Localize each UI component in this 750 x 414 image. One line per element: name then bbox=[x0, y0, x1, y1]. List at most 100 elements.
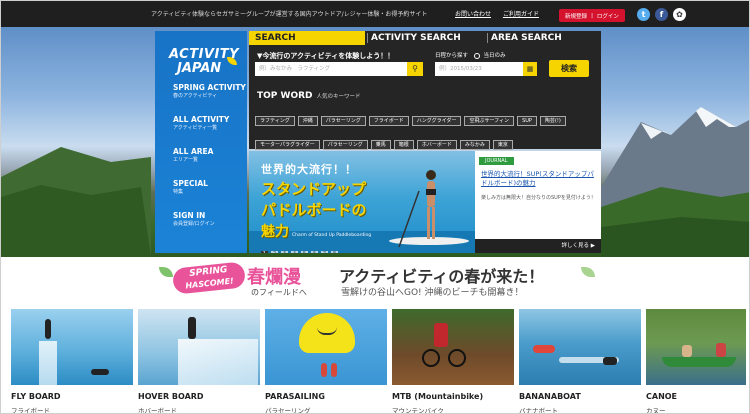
today-only-checkbox[interactable] bbox=[473, 52, 480, 59]
mountainbiker-figure bbox=[434, 323, 448, 347]
keyword-chip[interactable]: 乗馬 bbox=[370, 140, 391, 150]
keyword-chip[interactable]: みなかみ bbox=[459, 140, 490, 150]
keyword-chip[interactable]: 空飛ぶサーフィン bbox=[464, 116, 515, 126]
twitter-icon[interactable]: t bbox=[637, 8, 650, 21]
banner-line-1: 世界的大流行！！ bbox=[261, 163, 357, 176]
contact-link[interactable]: お問い合わせ bbox=[455, 11, 491, 18]
search-button[interactable]: 検索 bbox=[549, 60, 589, 77]
activity-name-en: HOVER BOARD bbox=[138, 392, 204, 401]
account-pill: 新規登録 | ログイン bbox=[559, 9, 625, 22]
pill-divider: | bbox=[591, 12, 593, 19]
campaign-field-text: のフィールドへ bbox=[251, 288, 307, 297]
activity-name-en: PARASAILING bbox=[265, 392, 325, 401]
carousel-dot[interactable]: 4 bbox=[291, 251, 298, 253]
canoeist-figure bbox=[682, 345, 692, 357]
activity-name-ja: パラセーリング bbox=[265, 407, 311, 414]
keyword-chip[interactable]: SUP bbox=[517, 116, 537, 126]
search-prompt: ▼今流行のアクティビティを体験しよう！！ bbox=[257, 52, 395, 60]
carousel-dot[interactable]: 8 bbox=[331, 251, 338, 253]
water-spray bbox=[39, 341, 57, 385]
journal-badge: JOURNAL bbox=[479, 157, 514, 165]
facebook-icon[interactable]: f bbox=[655, 8, 668, 21]
page: アクティビティ体験ならセガサミーグループが運営する国内アウトドア/レジャー体験・… bbox=[0, 0, 750, 414]
keyword-chip[interactable]: 陶芸(!) bbox=[539, 116, 566, 126]
jetski-figure bbox=[91, 369, 109, 375]
mtb-photo bbox=[392, 309, 514, 385]
journal-card: JOURNAL 世界的大流行！SUP(スタンドアップパドルボード)の魅力 楽しみ… bbox=[475, 151, 601, 253]
keyword-chip[interactable]: 東京 bbox=[492, 140, 513, 150]
keyword-input[interactable]: 例）みなかみ ラフティング bbox=[255, 62, 415, 76]
carousel-dots: 12345678 bbox=[261, 240, 341, 253]
calendar-icon[interactable]: ▦ bbox=[523, 62, 537, 76]
nav-label: SPECIAL bbox=[173, 179, 208, 188]
search-icon[interactable]: ⚲ bbox=[407, 62, 423, 76]
banner-line-4-text: 魅力 bbox=[261, 224, 289, 240]
keyword-chips: ラフティング 沖縄 パラセーリング フライボード ハンググライダー 空飛ぶサーフィン SUP… bbox=[255, 107, 595, 155]
nav-sub: 春のアクティビティ bbox=[173, 93, 218, 99]
carousel-dot[interactable]: 1 bbox=[261, 251, 268, 253]
campaign-headline: アクティビティの春が来た！ bbox=[339, 267, 545, 286]
keyword-chip[interactable]: パラセーリング bbox=[320, 116, 366, 126]
search-tabs: SEARCH ACTIVITY SEARCH AREA SEARCH bbox=[249, 31, 601, 45]
tab-area-search[interactable]: AREA SEARCH bbox=[485, 31, 601, 45]
banner-line-3: パドルボードの bbox=[261, 201, 367, 219]
nav-item-sign-in[interactable]: SIGN IN 会員登録/ログイン bbox=[173, 211, 215, 228]
nav-item-special[interactable]: SPECIAL 特集 bbox=[173, 179, 208, 196]
activity-name-ja: ホバーボード bbox=[138, 407, 177, 414]
flyboard-photo bbox=[11, 309, 133, 385]
hoverboarder-figure bbox=[188, 317, 196, 339]
activity-name-ja: バナナボート bbox=[519, 407, 558, 414]
keyword-chip[interactable]: フライボード bbox=[368, 116, 409, 126]
activity-name-ja: マウンテンバイク bbox=[392, 407, 444, 414]
keyword-chip[interactable]: ホバーボード bbox=[416, 140, 457, 150]
nav-sub: エリア一覧 bbox=[173, 157, 199, 163]
carousel-dot[interactable]: 3 bbox=[281, 251, 288, 253]
leaf-decoration-icon bbox=[581, 267, 595, 277]
jetski-figure bbox=[603, 357, 617, 365]
nav-label: ALL ACTIVITY bbox=[173, 115, 230, 124]
water-spray bbox=[178, 339, 258, 385]
keyword-chip[interactable]: 沖縄 bbox=[297, 116, 318, 126]
pinterest-icon[interactable]: ✿ bbox=[673, 8, 686, 21]
activity-card-hoverboard[interactable]: HOVER BOARD ホバーボード bbox=[138, 309, 260, 414]
sup-banner[interactable]: 世界的大流行！！ スタンドアップ パドルボードの 魅力 Charm of Stan… bbox=[249, 151, 475, 253]
spring-campaign[interactable]: SPRING HASCOME! 春爛漫 のフィールドへ アクティビティの春が来た… bbox=[1, 257, 749, 309]
leaf-decoration-icon bbox=[159, 267, 173, 277]
read-more-button[interactable]: 詳しく見る ▶ bbox=[475, 239, 601, 253]
hoverboard-photo bbox=[138, 309, 260, 385]
activity-card-flyboard[interactable]: FLY BOARD フライボード bbox=[11, 309, 133, 414]
carousel-dot[interactable]: 2 bbox=[271, 251, 278, 253]
site-tagline: アクティビティ体験ならセガサミーグループが運営する国内アウトドア/レジャー体験・… bbox=[151, 11, 428, 18]
activity-card-mtb[interactable]: MTB (Mountainbike) マウンテンバイク bbox=[392, 309, 514, 414]
keyword-chip[interactable]: ハンググライダー bbox=[411, 116, 462, 126]
nav-item-all-area[interactable]: ALL AREA エリア一覧 bbox=[173, 147, 213, 164]
topword-title: TOP WORD bbox=[257, 91, 313, 101]
keyword-chip[interactable]: ラフティング bbox=[255, 116, 295, 126]
carousel-dot[interactable]: 7 bbox=[321, 251, 328, 253]
keyword-chip[interactable]: 箱根 bbox=[393, 140, 414, 150]
boat-shape bbox=[533, 345, 555, 353]
login-link[interactable]: ログイン bbox=[597, 12, 619, 20]
activity-name-ja: フライボード bbox=[11, 407, 50, 414]
banner-line-2: スタンドアップ bbox=[261, 180, 367, 198]
bike-wheel bbox=[422, 349, 440, 367]
nav-item-spring-activity[interactable]: SPRING ACTIVITY 春のアクティビティ bbox=[173, 83, 246, 100]
tab-search[interactable]: SEARCH bbox=[249, 31, 365, 45]
activity-name-en: BANANABOAT bbox=[519, 392, 581, 401]
journal-title-link[interactable]: 世界的大流行！SUP(スタンドアップパドルボード)の魅力 bbox=[481, 170, 597, 188]
nav-item-all-activity[interactable]: ALL ACTIVITY アクティビティ一覧 bbox=[173, 115, 229, 132]
keyword-chip[interactable]: モーターパラグライダー bbox=[255, 140, 320, 150]
carousel-dot[interactable]: 6 bbox=[311, 251, 318, 253]
activity-card-parasailing[interactable]: PARASAILING パラセーリング bbox=[265, 309, 387, 414]
activity-card-canoe[interactable]: CANOE カヌー bbox=[646, 309, 746, 413]
register-link[interactable]: 新規登録 bbox=[565, 12, 587, 20]
guide-link[interactable]: ご利用ガイド bbox=[503, 11, 539, 18]
logo-japan[interactable]: JAPAN bbox=[177, 61, 221, 76]
keyword-chip[interactable]: パラセーリング bbox=[322, 140, 368, 150]
tab-activity-search[interactable]: ACTIVITY SEARCH bbox=[365, 31, 485, 45]
parasailer-figure bbox=[321, 363, 327, 377]
topword-heading: TOP WORD 人気のキーワード bbox=[257, 91, 361, 101]
date-input[interactable]: 例）2015/03/23 bbox=[435, 62, 523, 76]
carousel-dot[interactable]: 5 bbox=[301, 251, 308, 253]
activity-card-bananaboat[interactable]: BANANABOAT バナナボート bbox=[519, 309, 641, 414]
